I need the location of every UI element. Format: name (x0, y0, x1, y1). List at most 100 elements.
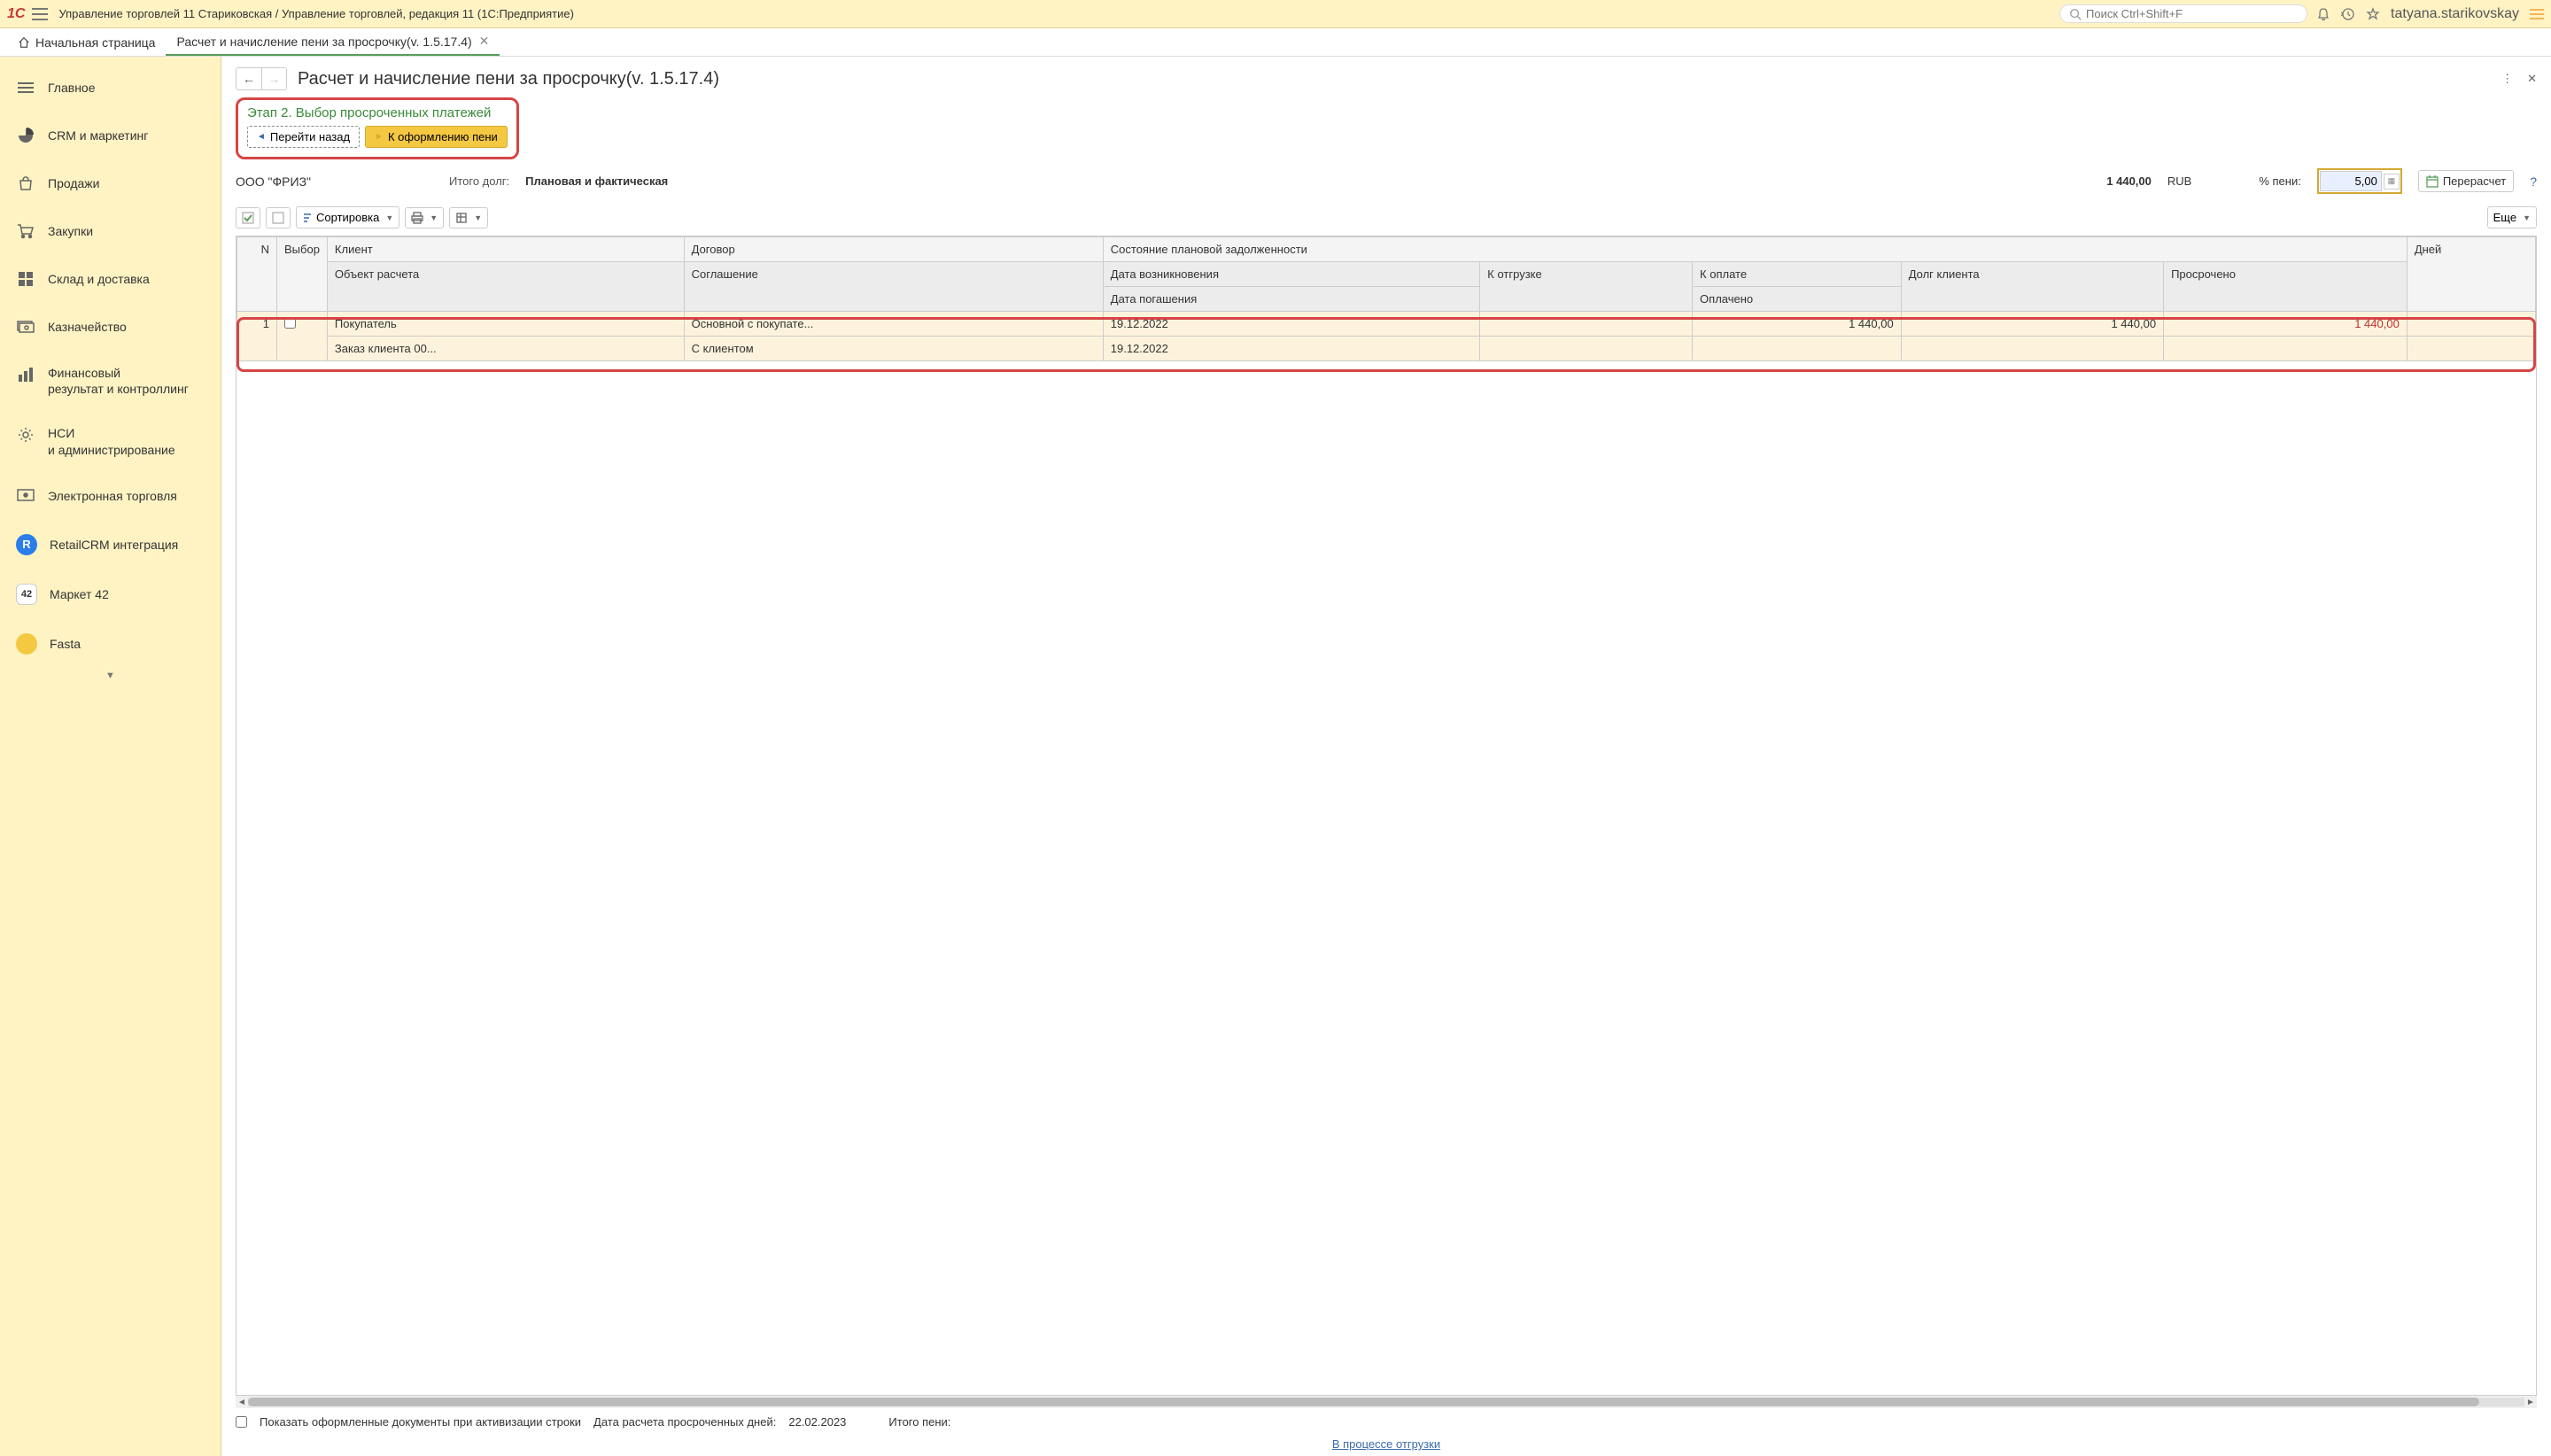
close-page-icon[interactable]: ✕ (2527, 72, 2537, 86)
calculator-icon[interactable]: ▦ (2384, 174, 2400, 190)
calc-date-label: Дата расчета просроченных дней: (593, 1415, 776, 1429)
pct-label: % пени: (2259, 174, 2301, 188)
monitor-icon (16, 486, 35, 506)
col-calc-object[interactable]: Объект расчета (327, 262, 684, 312)
back-button[interactable]: ◄Перейти назад (247, 126, 360, 148)
col-contract[interactable]: Договор (684, 237, 1103, 262)
pct-input-wrap: ▦ (2317, 168, 2402, 194)
scroll-track[interactable] (248, 1398, 2524, 1406)
sidebar-item-label: RetailCRM интеграция (50, 538, 178, 552)
col-plan-state[interactable]: Состояние плановой задолженности (1103, 237, 2407, 262)
stage-title: Этап 2. Выбор просроченных платежей (247, 105, 508, 120)
export-button[interactable]: ▼ (449, 207, 488, 228)
col-paid[interactable]: Оплачено (1693, 287, 1902, 312)
home-tab[interactable]: Начальная страница (7, 28, 166, 56)
col-agreement[interactable]: Соглашение (684, 262, 1103, 312)
bag-icon (16, 174, 35, 193)
sidebar-item-retailcrm[interactable]: R RetailCRM интеграция (0, 520, 221, 569)
col-days[interactable]: Дней (2407, 237, 2535, 312)
col-client[interactable]: Клиент (327, 237, 684, 262)
check-all-button[interactable] (236, 207, 260, 228)
sort-label: Сортировка (316, 211, 379, 224)
cell-select[interactable] (277, 312, 328, 361)
star-icon[interactable] (2366, 7, 2380, 21)
total-peni-label: Итого пени: (888, 1415, 950, 1429)
sidebar-item-label: Главное (48, 81, 96, 95)
sidebar-item-sales[interactable]: Продажи (0, 159, 221, 207)
retailcrm-icon: R (16, 534, 37, 555)
menu-lines-icon[interactable] (2530, 8, 2544, 20)
table-row[interactable]: 1 Покупатель Основной с покупате... 19.1… (237, 312, 2536, 337)
print-button[interactable]: ▼ (405, 207, 444, 228)
row-checkbox[interactable] (284, 317, 296, 329)
sidebar-item-main[interactable]: Главное (0, 64, 221, 112)
sort-button[interactable]: Сортировка▼ (296, 206, 399, 228)
active-tab[interactable]: Расчет и начисление пени за просрочку(v.… (166, 28, 500, 56)
col-client-debt[interactable]: Долг клиента (1901, 262, 2163, 312)
window-title: Управление торговлей 11 Стариковская / У… (58, 7, 2059, 20)
cell-calc-object: Заказ клиента 00... (327, 337, 684, 361)
more-label: Еще (2493, 211, 2516, 224)
nav-back-button[interactable]: ← (236, 68, 261, 89)
sidebar-item-nsi[interactable]: НСИ и администрирование (0, 411, 221, 471)
show-docs-label: Показать оформленные документы при актив… (260, 1415, 581, 1429)
more-vert-icon[interactable]: ⋮ (2501, 72, 2513, 86)
cell-date-repay: 19.12.2022 (1103, 337, 1480, 361)
recalc-button[interactable]: Перерасчет (2418, 170, 2514, 192)
nav-forward-button[interactable]: → (261, 68, 286, 89)
tab-close-icon[interactable]: ✕ (479, 34, 490, 49)
col-date-occur[interactable]: Дата возникновения (1103, 262, 1480, 287)
sidebar-item-crm[interactable]: CRM и маркетинг (0, 112, 221, 159)
sidebar-item-fasta[interactable]: Fasta (0, 619, 221, 669)
history-icon[interactable] (2341, 7, 2355, 21)
col-date-repay[interactable]: Дата погашения (1103, 287, 1480, 312)
shipping-link[interactable]: В процессе отгрузки (1332, 1437, 1440, 1451)
main-menu-icon[interactable] (32, 8, 48, 20)
uncheck-all-button[interactable] (266, 207, 291, 228)
pct-input[interactable] (2320, 171, 2382, 191)
scroll-right-icon[interactable]: ► (2524, 1398, 2537, 1407)
sidebar-item-purchases[interactable]: Закупки (0, 207, 221, 255)
forward-button[interactable]: ►К оформлению пени (365, 126, 508, 148)
footer-row: Показать оформленные документы при актив… (221, 1408, 2551, 1432)
bell-icon[interactable] (2316, 7, 2330, 21)
nav-buttons: ← → (236, 67, 287, 90)
pie-icon (16, 126, 35, 145)
scroll-left-icon[interactable]: ◄ (236, 1398, 248, 1407)
sidebar-item-warehouse[interactable]: Склад и доставка (0, 255, 221, 303)
cell-empty (2407, 337, 2535, 361)
horizontal-scrollbar[interactable]: ◄ ► (236, 1396, 2537, 1408)
more-button[interactable]: Еще ▼ (2487, 206, 2537, 228)
cell-agreement: С клиентом (684, 337, 1103, 361)
dropdown-icon: ▼ (430, 213, 438, 222)
col-n[interactable]: N (237, 237, 277, 312)
show-docs-checkbox[interactable] (236, 1416, 247, 1428)
bars-icon (16, 365, 35, 384)
scroll-thumb[interactable] (248, 1398, 2479, 1406)
col-select[interactable]: Выбор (277, 237, 328, 312)
active-tab-label: Расчет и начисление пени за просрочку(v.… (176, 35, 471, 49)
sidebar-item-market42[interactable]: 42 Маркет 42 (0, 569, 221, 619)
sidebar-item-finresult[interactable]: Финансовый результат и контроллинг (0, 351, 221, 411)
sidebar-item-label: Склад и доставка (48, 272, 150, 286)
sidebar-item-ecommerce[interactable]: Электронная торговля (0, 472, 221, 520)
col-to-ship[interactable]: К отгрузке (1480, 262, 1693, 312)
back-button-label: Перейти назад (270, 130, 350, 143)
help-icon[interactable]: ? (2530, 174, 2537, 189)
table-wrap: N Выбор Клиент Договор Состояние планово… (236, 236, 2537, 1396)
table-row[interactable]: Заказ клиента 00... С клиентом 19.12.202… (237, 337, 2536, 361)
page-title: Расчет и начисление пени за просрочку(v.… (298, 69, 719, 89)
dropdown-icon: ▼ (2523, 213, 2531, 222)
username[interactable]: tatyana.starikovskay (2391, 6, 2519, 22)
sidebar: Главное CRM и маркетинг Продажи Закупки … (0, 57, 221, 1456)
search-input[interactable] (2086, 7, 2298, 20)
search-box[interactable] (2059, 4, 2307, 23)
col-to-pay[interactable]: К оплате (1693, 262, 1902, 287)
chevron-down-icon[interactable]: ▼ (0, 669, 221, 683)
fasta-icon (16, 633, 37, 654)
summary-row: ООО "ФРИЗ" Итого долг: Плановая и фактич… (221, 165, 2551, 203)
col-overdue[interactable]: Просрочено (2164, 262, 2408, 312)
calendar-icon (2426, 175, 2439, 188)
sidebar-item-treasury[interactable]: Казначейство (0, 303, 221, 351)
cell-empty (1901, 337, 2163, 361)
